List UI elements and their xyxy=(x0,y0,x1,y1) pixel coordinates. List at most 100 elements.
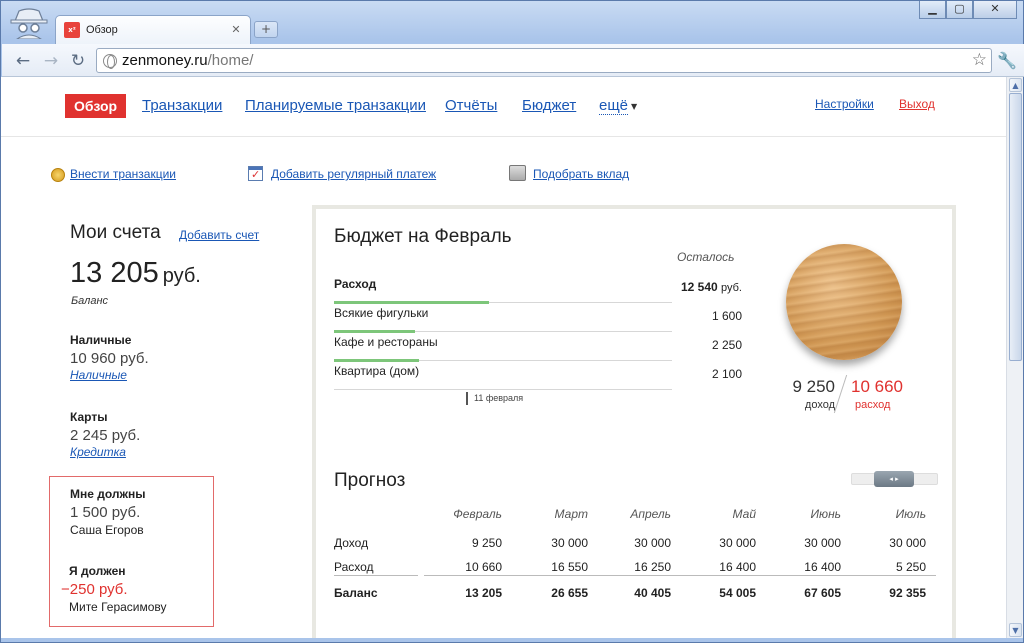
chevron-down-icon[interactable]: ▼ xyxy=(631,102,637,111)
date-marker: 11 февраля xyxy=(466,392,523,405)
forecast-cell: 16 550 xyxy=(551,560,588,574)
bookmark-star-icon[interactable]: ☆ xyxy=(972,50,987,70)
debtor-name[interactable]: Саша Егоров xyxy=(70,523,146,537)
remaining-header: Осталось xyxy=(677,250,735,264)
forecast-scroll-track[interactable]: ◂ ▸ xyxy=(851,471,938,487)
total-balance: 13 205 руб. xyxy=(70,257,201,289)
divider xyxy=(334,575,418,576)
nav-settings[interactable]: Настройки xyxy=(815,97,874,111)
forecast-cell: 54 005 xyxy=(719,586,756,600)
balance-label: Баланс xyxy=(71,295,109,307)
budget-amount: 1 600 xyxy=(711,309,742,323)
forecast-cell: 30 000 xyxy=(719,536,756,550)
budget-row[interactable]: Кафе и рестораны xyxy=(334,332,672,362)
url-text: zenmoney.ru/home/ xyxy=(122,52,254,69)
divider xyxy=(424,575,936,576)
forecast-cell: 10 660 xyxy=(465,560,502,574)
incognito-icon xyxy=(10,8,48,39)
forecast-cell: 92 355 xyxy=(889,586,926,600)
nav-logout[interactable]: Выход xyxy=(899,97,935,111)
forecast-title: Прогноз xyxy=(334,470,406,491)
account-link-cash[interactable]: Наличные xyxy=(70,368,149,382)
budget-amount: 2 100 xyxy=(711,367,742,381)
nav-planned-transactions[interactable]: Планируемые транзакции xyxy=(245,97,426,114)
nav-overview[interactable]: Обзор xyxy=(65,94,127,118)
page-scrollbar[interactable]: ▲ ▼ xyxy=(1006,77,1023,638)
forecast-row-label: Баланс xyxy=(334,586,378,600)
forecast-month: Апрель xyxy=(630,507,671,521)
add-account-link[interactable]: Добавить счет xyxy=(179,228,259,242)
reload-icon[interactable]: ↻ xyxy=(67,50,89,72)
forecast-month: Март xyxy=(554,507,588,521)
forecast-cell: 16 400 xyxy=(804,560,841,574)
page-viewport: Обзор Транзакции Планируемые транзакции … xyxy=(1,77,1006,638)
window-close-icon[interactable]: ✕ xyxy=(973,1,1017,19)
wrench-icon[interactable]: 🔧 xyxy=(996,50,1018,72)
account-link-credit-card[interactable]: Кредитка xyxy=(70,445,140,459)
add-transaction-link[interactable]: Внести транзакции xyxy=(70,167,176,181)
new-tab-button[interactable]: + xyxy=(254,21,278,38)
browser-toolbar: ← → ↻ zenmoney.ru/home/ ☆ 🔧 xyxy=(2,44,1024,77)
close-tab-icon[interactable]: ✕ xyxy=(228,22,244,38)
window-controls: ▁ ▢ ✕ xyxy=(919,1,1017,19)
forecast-cell: 26 655 xyxy=(551,586,588,600)
budget-title: Бюджет на Февраль xyxy=(334,226,512,247)
forecast-cell: 16 400 xyxy=(719,560,756,574)
forecast-cell: 30 000 xyxy=(804,536,841,550)
creditor-name[interactable]: Мите Герасимову xyxy=(69,600,167,614)
maximize-icon[interactable]: ▢ xyxy=(946,1,973,19)
forecast-cell: 9 250 xyxy=(471,536,502,550)
account-group-cards: Карты 2 245 руб. Кредитка xyxy=(70,410,141,459)
budget-amount: 12 540 руб. xyxy=(680,280,742,294)
back-icon[interactable]: ← xyxy=(12,50,34,72)
globe-icon xyxy=(103,53,117,69)
expense-label: расход xyxy=(855,399,891,411)
accounts-title: Мои счета xyxy=(70,222,161,243)
forecast-month: Июль xyxy=(895,507,926,521)
coin-icon xyxy=(51,168,65,182)
account-group-owed-to-me: Мне должны 1 500 руб. Саша Егоров xyxy=(70,487,146,537)
forecast-month: Февраль xyxy=(453,507,502,521)
income-label: доход xyxy=(804,399,835,411)
calculator-icon xyxy=(509,165,526,181)
forecast-row-label: Доход xyxy=(334,536,369,550)
budget-row[interactable]: Квартира (дом) xyxy=(334,361,672,390)
minimize-icon[interactable]: ▁ xyxy=(919,1,946,19)
nav-more[interactable]: ещё xyxy=(599,97,629,115)
browser-tab[interactable]: x² Обзор ✕ xyxy=(55,15,251,44)
nav-transactions[interactable]: Транзакции xyxy=(142,97,222,114)
favicon-icon: x² xyxy=(64,22,80,38)
top-navigation: Обзор Транзакции Планируемые транзакции … xyxy=(1,77,1006,137)
nav-reports[interactable]: Отчёты xyxy=(445,97,497,114)
forward-icon[interactable]: → xyxy=(40,50,62,72)
nav-budget[interactable]: Бюджет xyxy=(522,97,576,114)
pick-deposit-link[interactable]: Подобрать вклад xyxy=(533,167,629,181)
scrollbar-thumb[interactable] xyxy=(1009,93,1022,361)
scroll-up-icon[interactable]: ▲ xyxy=(1009,78,1022,92)
forecast-cell: 30 000 xyxy=(634,536,671,550)
account-group-i-owe: Я должен −250 руб. Мите Герасимову xyxy=(61,564,167,614)
tab-title: Обзор xyxy=(86,24,118,36)
forecast-cell: 40 405 xyxy=(634,586,671,600)
address-bar[interactable]: zenmoney.ru/home/ ☆ xyxy=(96,48,992,73)
forecast-cell: 13 205 xyxy=(465,586,502,600)
forecast-month: Июнь xyxy=(810,507,841,521)
account-group-cash: Наличные 10 960 руб. Наличные xyxy=(70,333,149,382)
calendar-icon xyxy=(248,166,263,181)
forecast-cell: 16 250 xyxy=(634,560,671,574)
wooden-plate-image xyxy=(786,244,902,360)
forecast-cell: 67 605 xyxy=(804,586,841,600)
forecast-month: Май xyxy=(732,507,756,521)
forecast-scroll-handle[interactable]: ◂ ▸ xyxy=(874,471,914,487)
forecast-cell: 30 000 xyxy=(889,536,926,550)
budget-panel: Бюджет на Февраль Осталось Расход 12 540… xyxy=(312,205,956,638)
budget-row[interactable]: Всякие фигульки xyxy=(334,303,672,333)
scroll-down-icon[interactable]: ▼ xyxy=(1009,623,1022,637)
budget-row[interactable]: Расход xyxy=(334,274,672,304)
forecast-cell: 30 000 xyxy=(551,536,588,550)
income-value: 9 250 xyxy=(792,377,835,396)
add-regular-payment-link[interactable]: Добавить регулярный платеж xyxy=(271,167,436,181)
divider xyxy=(833,374,848,414)
budget-amount: 2 250 xyxy=(711,338,742,352)
expense-value: 10 660 xyxy=(851,377,903,396)
